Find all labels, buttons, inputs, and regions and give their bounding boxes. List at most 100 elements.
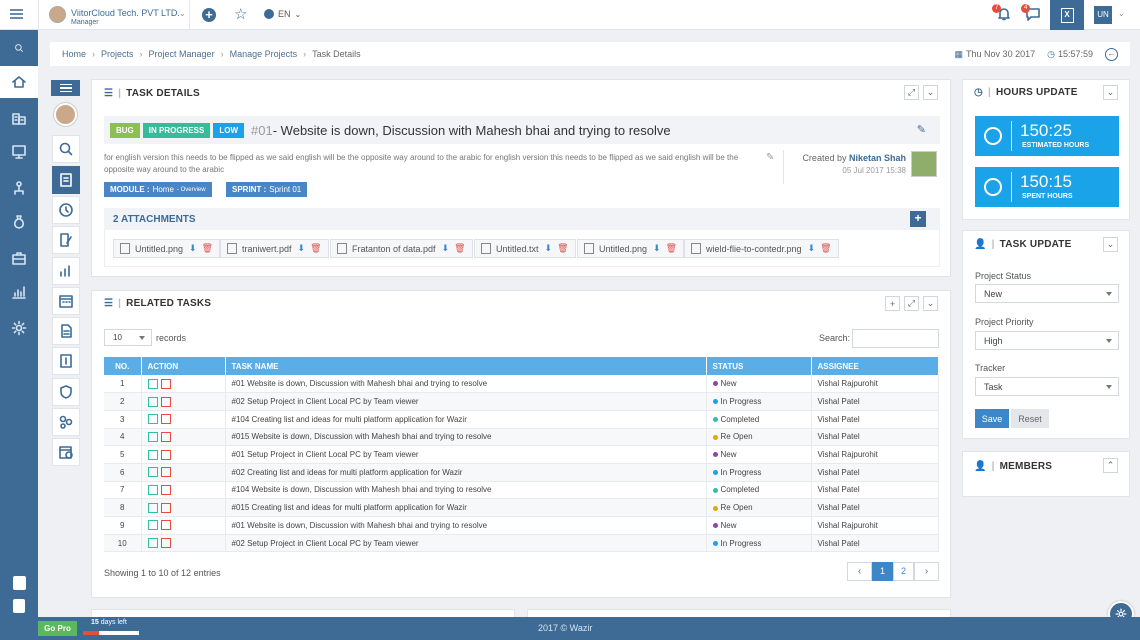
collapse-chevron-icon[interactable]: ⌄	[1103, 237, 1118, 252]
hamburger-menu-icon[interactable]	[10, 9, 23, 19]
save-button[interactable]: Save	[975, 409, 1009, 428]
delete-icon[interactable]	[160, 484, 171, 495]
project-priority-select[interactable]: High	[975, 331, 1119, 350]
delete-icon[interactable]	[160, 449, 171, 460]
edit-icon[interactable]	[147, 449, 158, 460]
collapse-chevron-icon[interactable]: ⌄	[923, 85, 938, 100]
add-icon[interactable]: +	[202, 8, 216, 22]
presentation-board-icon[interactable]	[0, 136, 38, 168]
breadcrumb-projects[interactable]: Projects	[101, 49, 134, 59]
task-name[interactable]: #02 Creating list and ideas for multi pl…	[225, 463, 707, 482]
task-list-icon[interactable]	[52, 166, 80, 194]
table-row[interactable]: 6 #02 Creating list and ideas for multi …	[104, 463, 939, 482]
attachment-item[interactable]: Untitled.png ⬇ 🗑	[577, 239, 685, 258]
edit-icon[interactable]	[147, 431, 158, 442]
expand-chevron-up-icon[interactable]: ⌃	[1103, 458, 1118, 473]
edit-pencil-icon[interactable]: ✎	[917, 123, 926, 136]
download-icon[interactable]: ⬇	[545, 243, 553, 254]
attachment-item[interactable]: Untitled.txt ⬇ 🗑	[474, 239, 576, 258]
edit-icon[interactable]	[147, 520, 158, 531]
table-row[interactable]: 7 #104 Website is down, Discussion with …	[104, 481, 939, 500]
delete-icon[interactable]	[160, 431, 171, 442]
delete-icon[interactable]	[160, 396, 171, 407]
user-avatar[interactable]: UN	[1094, 6, 1112, 24]
table-row[interactable]: 10 #02 Setup Project in Client Local PC …	[104, 534, 939, 553]
edit-description-icon[interactable]: ✎	[766, 152, 774, 163]
company-switcher[interactable]: ViitorCloud Tech. PVT LTD. Manager ⌄	[38, 0, 190, 30]
collapse-chevron-icon[interactable]: ⌄	[923, 296, 938, 311]
reset-button[interactable]: Reset	[1011, 409, 1049, 428]
table-row[interactable]: 4 #015 Website is down, Discussion with …	[104, 428, 939, 447]
breadcrumb-manage-projects[interactable]: Manage Projects	[230, 49, 298, 59]
column-header-status[interactable]: STATUS	[706, 357, 812, 375]
bar-chart-icon[interactable]	[52, 257, 80, 285]
page-size-select[interactable]: 10	[104, 329, 152, 346]
pagination-page-2[interactable]: 2	[893, 562, 914, 581]
attachment-item[interactable]: wield-flie-to-contedr.png ⬇ 🗑	[684, 239, 839, 258]
calendar-grid-icon[interactable]	[52, 287, 80, 315]
expand-icon[interactable]: ⤢	[904, 85, 919, 100]
trash-icon[interactable]: 🗑	[202, 243, 213, 254]
download-icon[interactable]: ⬇	[189, 243, 197, 254]
table-row[interactable]: 2 #02 Setup Project in Client Local PC b…	[104, 392, 939, 411]
edit-icon[interactable]	[147, 396, 158, 407]
secondary-nav-toggle[interactable]	[51, 80, 80, 96]
analytics-chart-icon[interactable]	[0, 276, 38, 308]
delete-icon[interactable]	[160, 414, 171, 425]
delete-icon[interactable]	[160, 467, 171, 478]
pagination-next[interactable]: ›	[914, 562, 939, 581]
task-name[interactable]: #02 Setup Project in Client Local PC by …	[225, 392, 707, 411]
task-name[interactable]: #104 Website is down, Discussion with Ma…	[225, 481, 707, 500]
search-zoom-icon[interactable]	[52, 135, 80, 163]
settings-gear-icon[interactable]	[0, 312, 38, 344]
clipboard-icon[interactable]	[0, 590, 38, 622]
task-name[interactable]: #01 Setup Project in Client Local PC by …	[225, 445, 707, 464]
buildings-icon[interactable]	[0, 102, 38, 134]
table-row[interactable]: 3 #104 Creating list and ideas for multi…	[104, 410, 939, 429]
notification-bell-icon[interactable]: 7	[992, 4, 1014, 24]
time-clock-icon[interactable]	[52, 196, 80, 224]
add-attachment-button[interactable]: +	[910, 211, 926, 227]
column-header-task-name[interactable]: TASK NAME	[225, 357, 707, 375]
add-icon[interactable]: +	[885, 296, 900, 311]
shield-icon[interactable]	[52, 378, 80, 406]
money-bag-icon[interactable]	[0, 206, 38, 238]
trash-icon[interactable]: 🗑	[557, 243, 568, 254]
table-row[interactable]: 1 #01 Website is down, Discussion with M…	[104, 375, 939, 394]
org-chart-icon[interactable]	[0, 172, 38, 204]
invoice-icon[interactable]	[52, 347, 80, 375]
breadcrumb-project-manager[interactable]: Project Manager	[149, 49, 215, 59]
table-row[interactable]: 8 #015 Creating list and ideas for multi…	[104, 498, 939, 517]
briefcase-icon[interactable]	[0, 242, 38, 274]
back-arrow-icon[interactable]: ←	[1105, 47, 1118, 61]
download-icon[interactable]: ⬇	[442, 243, 450, 254]
messages-icon[interactable]: 4	[1021, 4, 1043, 24]
go-pro-button[interactable]: Go Pro	[38, 621, 77, 636]
edit-icon[interactable]	[147, 467, 158, 478]
edit-document-icon[interactable]	[52, 226, 80, 254]
delete-icon[interactable]	[160, 378, 171, 389]
created-by-name[interactable]: Niketan Shah	[849, 153, 906, 163]
team-circles-icon[interactable]	[52, 408, 80, 436]
delete-icon[interactable]	[160, 502, 171, 513]
download-icon[interactable]: ⬇	[653, 243, 661, 254]
document-icon[interactable]	[52, 317, 80, 345]
edit-icon[interactable]	[147, 378, 158, 389]
attachment-item[interactable]: traniwert.pdf ⬇ 🗑	[220, 239, 329, 258]
language-selector[interactable]: EN ⌄	[264, 9, 301, 19]
expand-icon[interactable]: ⤢	[904, 296, 919, 311]
breadcrumb-home[interactable]: Home	[62, 49, 86, 59]
task-name[interactable]: #104 Creating list and ideas for multi p…	[225, 410, 707, 429]
collapse-chevron-icon[interactable]: ⌄	[1103, 85, 1118, 100]
download-icon[interactable]: ⬇	[298, 243, 306, 254]
task-name[interactable]: #02 Setup Project in Client Local PC by …	[225, 534, 707, 553]
table-row[interactable]: 5 #01 Setup Project in Client Local PC b…	[104, 445, 939, 464]
task-name[interactable]: #01 Website is down, Discussion with Mah…	[225, 375, 707, 394]
task-name[interactable]: #015 Website is down, Discussion with Ma…	[225, 428, 707, 447]
search-input[interactable]	[852, 329, 939, 348]
trash-icon[interactable]: 🗑	[310, 243, 321, 254]
pagination-prev[interactable]: ‹	[847, 562, 872, 581]
edit-icon[interactable]	[147, 414, 158, 425]
project-avatar[interactable]	[54, 103, 77, 126]
pagination-page-1[interactable]: 1	[872, 562, 893, 581]
